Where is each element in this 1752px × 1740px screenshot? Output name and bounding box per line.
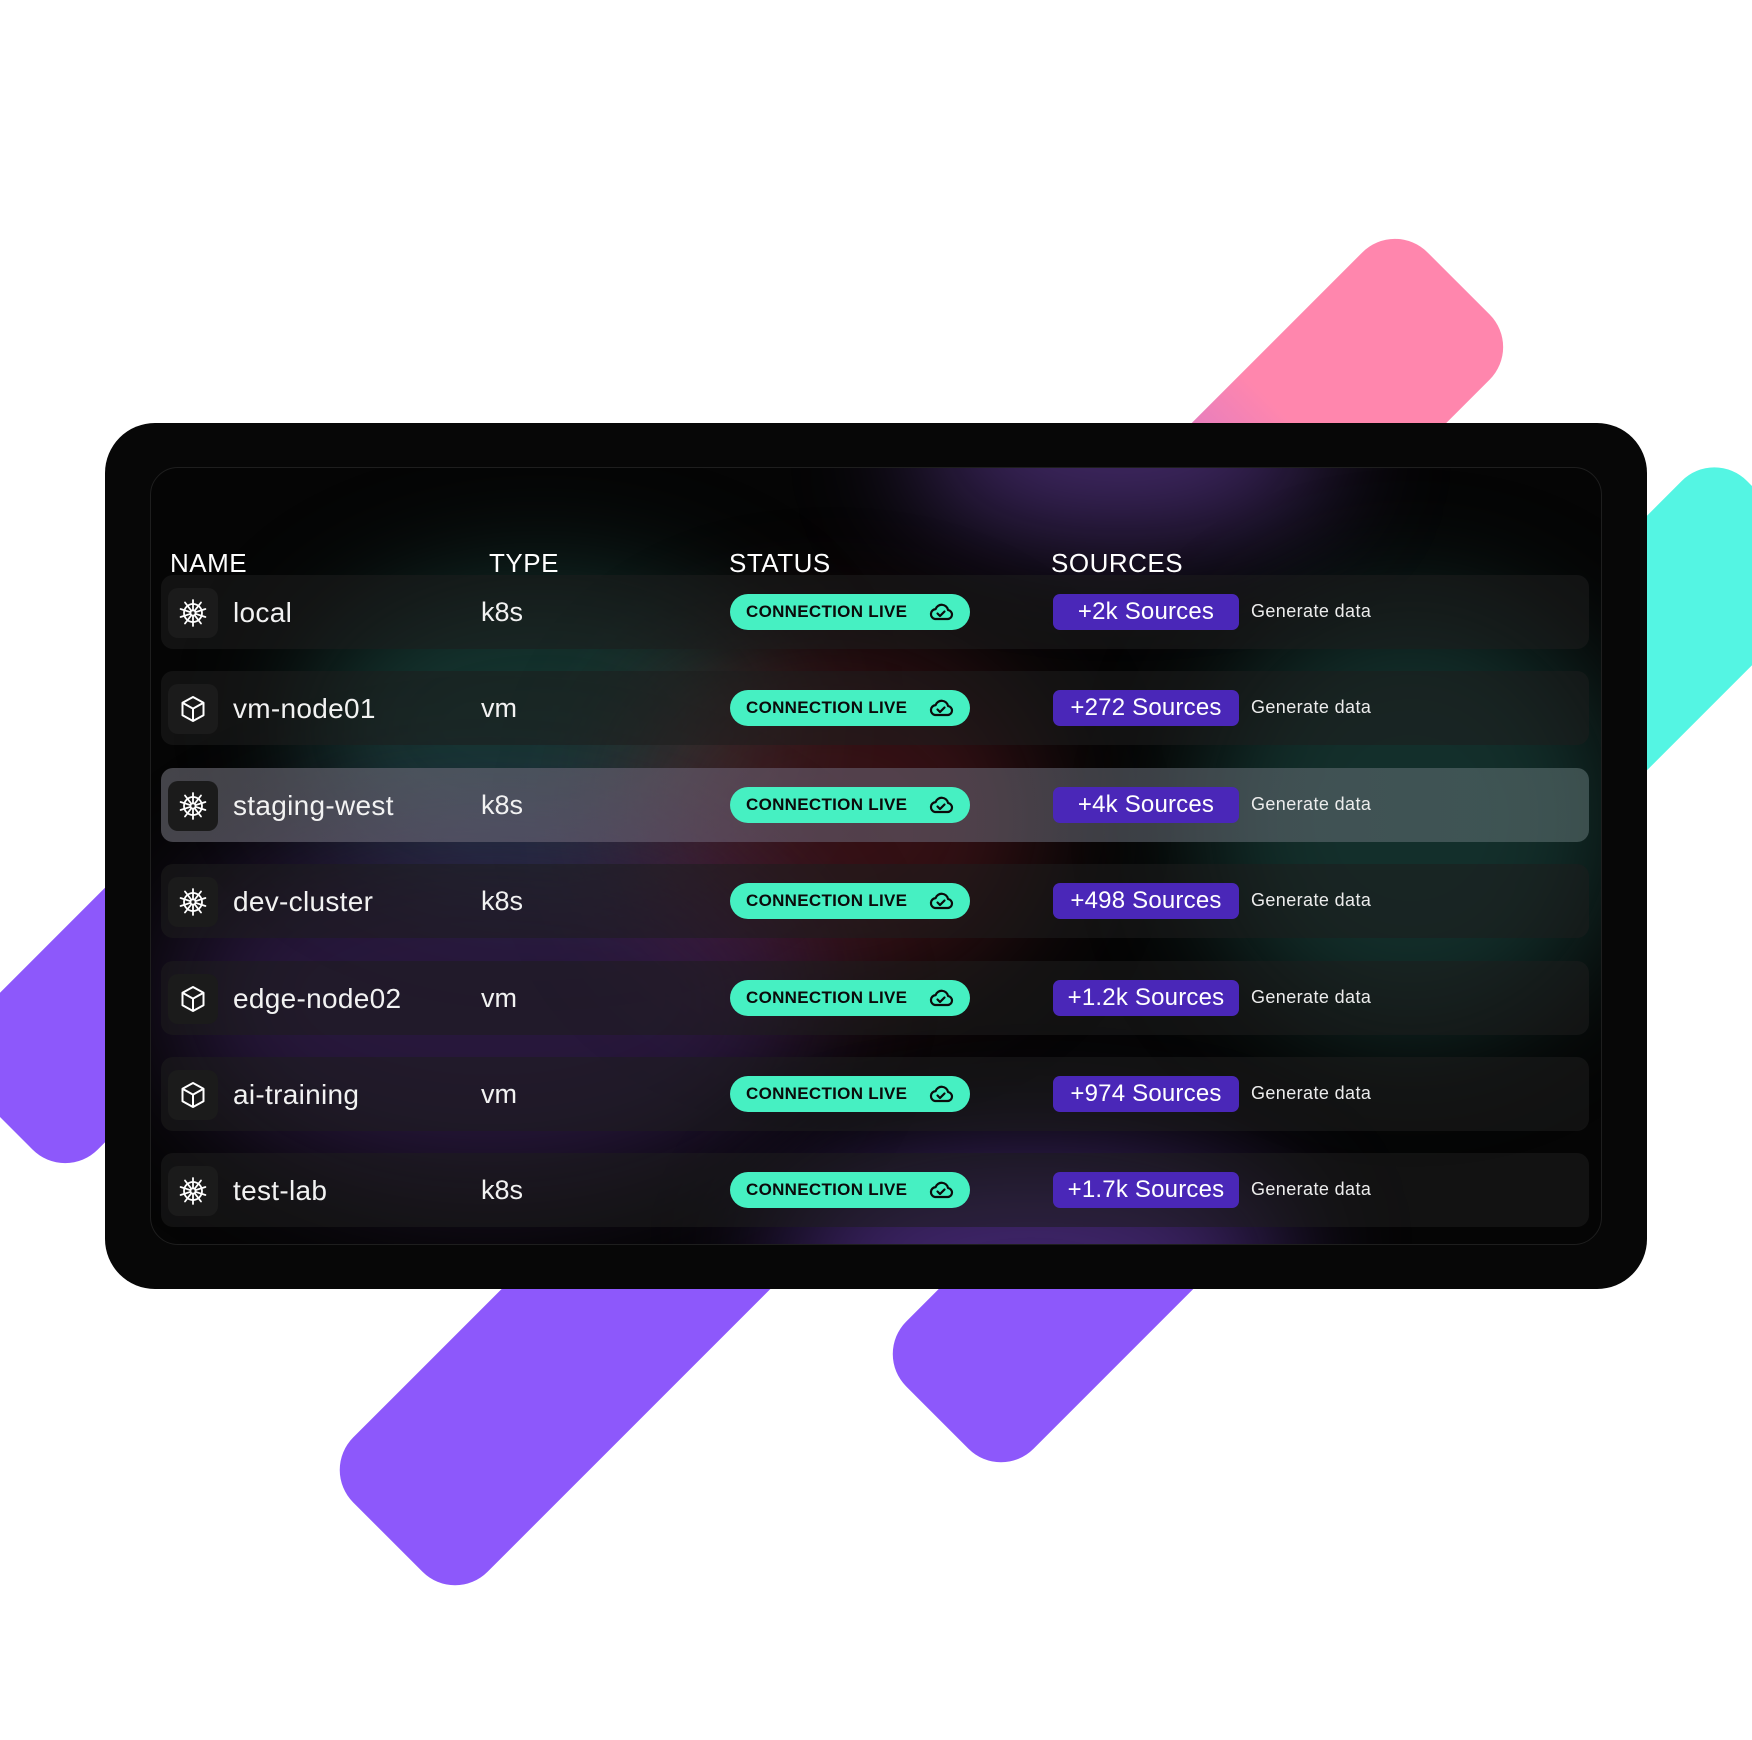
row-name: ai-training xyxy=(233,1078,360,1110)
table-row[interactable]: test-lab k8s CONNECTION LIVE +1.7k Sourc… xyxy=(161,1153,1589,1228)
row-name: local xyxy=(233,597,293,628)
cloud-check-icon xyxy=(929,1085,954,1103)
status-badge: CONNECTION LIVE xyxy=(730,1075,970,1112)
generate-data-link[interactable]: Generate data xyxy=(1251,890,1371,911)
glow-top xyxy=(911,468,1331,528)
status-badge: CONNECTION LIVE xyxy=(730,1172,970,1209)
cloud-check-icon xyxy=(929,603,954,621)
table-row[interactable]: local k8s CONNECTION LIVE +2k Sources Ge… xyxy=(161,575,1589,649)
cloud-check-icon xyxy=(929,700,954,717)
status-text: CONNECTION LIVE xyxy=(746,1083,908,1103)
generate-data-link[interactable]: Generate data xyxy=(1251,794,1371,815)
cube-icon xyxy=(168,1069,218,1120)
row-name: test-lab xyxy=(233,1175,328,1207)
sources-badge: +4k Sources xyxy=(1053,786,1239,823)
cube-icon xyxy=(168,684,218,735)
table-row[interactable]: ai-training vm CONNECTION LIVE +974 Sour… xyxy=(161,1056,1589,1131)
generate-data-link[interactable]: Generate data xyxy=(1251,987,1371,1008)
main-panel: NAME TYPE STATUS SOURCES local k8s CONNE… xyxy=(105,423,1647,1289)
row-type: k8s xyxy=(481,1175,524,1206)
cube-icon xyxy=(168,973,218,1024)
row-type: vm xyxy=(481,1078,517,1109)
table-row[interactable]: edge-node02 vm CONNECTION LIVE +1.2k Sou… xyxy=(161,960,1589,1035)
row-type: vm xyxy=(481,982,517,1013)
kubernetes-icon xyxy=(168,877,218,928)
row-name: dev-cluster xyxy=(233,886,374,918)
status-text: CONNECTION LIVE xyxy=(746,1180,908,1200)
table-row[interactable]: dev-cluster k8s CONNECTION LIVE +498 Sou… xyxy=(161,864,1589,939)
table-body: local k8s CONNECTION LIVE +2k Sources Ge… xyxy=(161,575,1589,1244)
row-name: staging-west xyxy=(233,789,394,821)
row-type: k8s xyxy=(481,789,524,820)
row-type: vm xyxy=(481,693,517,724)
cloud-check-icon xyxy=(929,796,954,813)
kubernetes-icon xyxy=(168,780,218,831)
table-row[interactable]: vm-node01 vm CONNECTION LIVE +272 Source… xyxy=(161,671,1589,746)
row-name: edge-node02 xyxy=(233,982,402,1014)
status-badge: CONNECTION LIVE xyxy=(730,690,970,727)
table-row[interactable]: staging-west k8s CONNECTION LIVE +4k Sou… xyxy=(161,767,1589,842)
generate-data-link[interactable]: Generate data xyxy=(1251,601,1371,622)
generate-data-link[interactable]: Generate data xyxy=(1251,1179,1371,1200)
cloud-check-icon xyxy=(929,892,954,910)
cloud-check-icon xyxy=(929,1182,954,1199)
table-container: NAME TYPE STATUS SOURCES local k8s CONNE… xyxy=(150,467,1602,1245)
sources-badge: +498 Sources xyxy=(1053,883,1239,920)
status-text: CONNECTION LIVE xyxy=(746,987,908,1007)
status-badge: CONNECTION LIVE xyxy=(730,594,970,630)
row-type: k8s xyxy=(481,597,524,627)
row-type: k8s xyxy=(481,886,524,917)
status-badge: CONNECTION LIVE xyxy=(730,786,970,823)
sources-badge: +272 Sources xyxy=(1053,690,1239,727)
cloud-check-icon xyxy=(929,989,954,1006)
kubernetes-icon xyxy=(168,588,218,638)
generate-data-link[interactable]: Generate data xyxy=(1251,697,1371,718)
sources-badge: +2k Sources xyxy=(1053,594,1239,630)
row-name: vm-node01 xyxy=(233,693,376,725)
sources-badge: +1.2k Sources xyxy=(1053,979,1239,1016)
sources-badge: +974 Sources xyxy=(1053,1075,1239,1112)
kubernetes-icon xyxy=(168,1166,218,1217)
status-text: CONNECTION LIVE xyxy=(746,698,908,718)
status-text: CONNECTION LIVE xyxy=(746,794,908,814)
sources-badge: +1.7k Sources xyxy=(1053,1172,1239,1209)
generate-data-link[interactable]: Generate data xyxy=(1251,1083,1371,1104)
status-text: CONNECTION LIVE xyxy=(746,891,908,911)
status-badge: CONNECTION LIVE xyxy=(730,883,970,920)
status-badge: CONNECTION LIVE xyxy=(730,979,970,1016)
status-text: CONNECTION LIVE xyxy=(746,602,908,621)
